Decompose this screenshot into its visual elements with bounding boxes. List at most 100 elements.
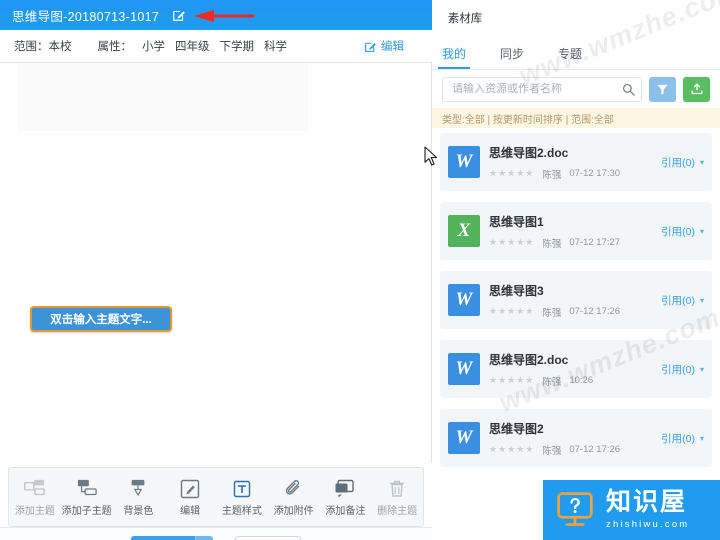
note-icon [334,477,356,499]
list-item-author: 陈强 [542,376,562,388]
word-file-icon: W [448,422,480,454]
dialog-action-bar: 保存 ▾ 关闭 [0,527,432,540]
list-item-title: 思维导图2.doc [489,145,569,160]
save-button-label: 保存 [130,536,195,540]
trash-icon [388,477,406,499]
nav-item-mine[interactable]: 我的 [437,45,471,69]
chevron-down-icon[interactable]: ▾ [700,365,704,374]
list-item-author: 陈强 [542,445,562,457]
rating-stars: ★★★★★ [489,306,535,316]
application-window: www.wmzhe.com www.wmzhe.com www.wmzhe.co… [0,0,720,540]
toolbar-add-note[interactable]: 添加备注 [320,468,372,526]
toolbar-add-attachment[interactable]: 添加附件 [268,468,320,526]
text-style-icon [232,477,252,499]
list-item[interactable]: W 思维导图3 ★★★★★ 陈强 07-12 17:26 引用(0) ▾ [440,271,712,329]
list-item-meta: ★★★★★ 陈强 07-12 17:27 [489,236,661,250]
tab-material-library[interactable]: 素材库 [436,5,494,30]
canvas-placeholder-block [18,63,308,131]
cite-link[interactable]: 引用(0) [661,362,695,377]
list-item-main: 思维导图1 ★★★★★ 陈强 07-12 17:27 [489,213,661,250]
upload-icon [690,82,704,96]
paperclip-icon [284,477,304,499]
toolbar-background-color[interactable]: 背景色 [113,468,165,526]
save-button[interactable]: 保存 ▾ [130,536,213,540]
list-item[interactable]: X 思维导图1 ★★★★★ 陈强 07-12 17:27 引用(0) ▾ [440,202,712,260]
list-item-main: 思维导图2.doc ★★★★★ 陈强 07-12 17:30 [489,144,661,181]
attribute-subject: 科学 [264,41,287,53]
toolbar-add-subtopic[interactable]: 添加子主题 [61,468,113,526]
material-library-panel: 素材库 我的 同步 专题 请输入资源或作者名称 类型:全部 | 按更新时间排序 … [432,0,720,540]
upload-button[interactable] [683,76,710,102]
funnel-icon [656,83,669,96]
list-item-author: 陈强 [542,169,562,181]
word-file-icon: W [448,284,480,316]
panel-nav: 我的 同步 专题 [437,45,582,69]
list-item-title: 思维导图1 [489,214,544,229]
mindmap-toolbar: 添加主题 添加子主题 背景色 编辑 主题样式 添加附件 添加备注 删除主题 [8,467,424,527]
rating-stars: ★★★★★ [489,444,535,454]
list-item-main: 思维导图2.doc ★★★★★ 陈强 10:26 [489,351,661,388]
toolbar-add-subtopic-label: 添加子主题 [61,506,112,517]
word-file-icon: W [448,146,480,178]
badge-text: 知识屋 zhishiwu.com [606,488,690,531]
cite-link[interactable]: 引用(0) [661,224,695,239]
cite-link[interactable]: 引用(0) [661,155,695,170]
search-input[interactable] [452,83,622,95]
filter-button[interactable] [649,76,676,102]
filter-summary-bar[interactable]: 类型:全部 | 按更新时间排序 | 范围:全部 [432,108,720,128]
chevron-down-icon[interactable]: ▾ [700,434,704,443]
material-list: W 思维导图2.doc ★★★★★ 陈强 07-12 17:30 引用(0) ▾… [432,133,720,478]
rating-stars: ★★★★★ [489,375,535,385]
cite-link[interactable]: 引用(0) [661,293,695,308]
attribute-grade: 四年级 [175,41,210,53]
attribute-label: 属性： [97,41,133,53]
list-item-title: 思维导图2.doc [489,352,569,367]
edit-square-icon[interactable] [172,8,186,22]
list-item-date: 07-12 17:30 [569,168,621,179]
list-item-author: 陈强 [542,307,562,319]
edit-attributes-button[interactable]: 编辑 [364,38,404,54]
mindmap-root-node[interactable]: 双击输入主题文字... [30,306,172,332]
toolbar-delete-topic[interactable]: 删除主题 [371,468,423,526]
rating-stars: ★★★★★ [489,168,535,178]
edit-pencil-icon [180,477,200,499]
list-item-title: 思维导图3 [489,283,544,298]
chevron-down-icon[interactable]: ▾ [700,158,704,167]
word-file-icon: W [448,353,480,385]
nav-item-topic[interactable]: 专题 [558,45,582,69]
search-box[interactable] [442,76,642,102]
add-topic-icon [23,477,46,499]
search-icon[interactable] [622,83,635,96]
toolbar-text-style-label: 主题样式 [221,506,262,517]
toolbar-delete-topic-label: 删除主题 [377,506,418,517]
toolbar-text-style[interactable]: 主题样式 [216,468,268,526]
document-attributes-bar: 范围：本校 属性： 小学 四年级 下学期 科学 编辑 [0,30,432,63]
attribute-stage: 小学 [142,41,165,53]
list-item-date: 07-12 17:27 [569,237,621,248]
save-dropdown-caret-icon[interactable]: ▾ [195,536,213,540]
list-item[interactable]: W 思维导图2 ★★★★★ 陈强 07-12 17:26 引用(0) ▾ [440,409,712,467]
list-item-meta: ★★★★★ 陈强 07-12 17:30 [489,167,661,181]
toolbar-edit-label: 编辑 [180,506,201,517]
nav-item-sync[interactable]: 同步 [500,45,524,69]
badge-title: 知识屋 [606,488,688,516]
mindmap-editor-panel: 范围：本校 属性： 小学 四年级 下学期 科学 编辑 双击输入主题文字... 添… [0,30,432,540]
toolbar-add-attachment-label: 添加附件 [273,506,314,517]
cite-link[interactable]: 引用(0) [661,431,695,446]
list-item[interactable]: W 思维导图2.doc ★★★★★ 陈强 10:26 引用(0) ▾ [440,340,712,398]
chevron-down-icon[interactable]: ▾ [700,227,704,236]
mindmap-canvas[interactable]: 双击输入主题文字... [0,63,432,463]
search-row [432,72,720,106]
list-item[interactable]: W 思维导图2.doc ★★★★★ 陈强 07-12 17:30 引用(0) ▾ [440,133,712,191]
toolbar-add-topic-label: 添加主题 [14,506,55,517]
close-dialog-button[interactable]: 关闭 [235,536,301,540]
annotation-arrow [192,9,254,23]
list-item-actions: 引用(0) ▾ [661,224,704,239]
badge-url: zhishiwu.com [606,519,690,530]
list-item-date: 10:26 [569,375,594,386]
list-item-meta: ★★★★★ 陈强 07-12 17:26 [489,305,661,319]
list-item-main: 思维导图3 ★★★★★ 陈强 07-12 17:26 [489,282,661,319]
toolbar-edit[interactable]: 编辑 [164,468,216,526]
chevron-down-icon[interactable]: ▾ [700,296,704,305]
toolbar-add-topic[interactable]: 添加主题 [9,468,61,526]
